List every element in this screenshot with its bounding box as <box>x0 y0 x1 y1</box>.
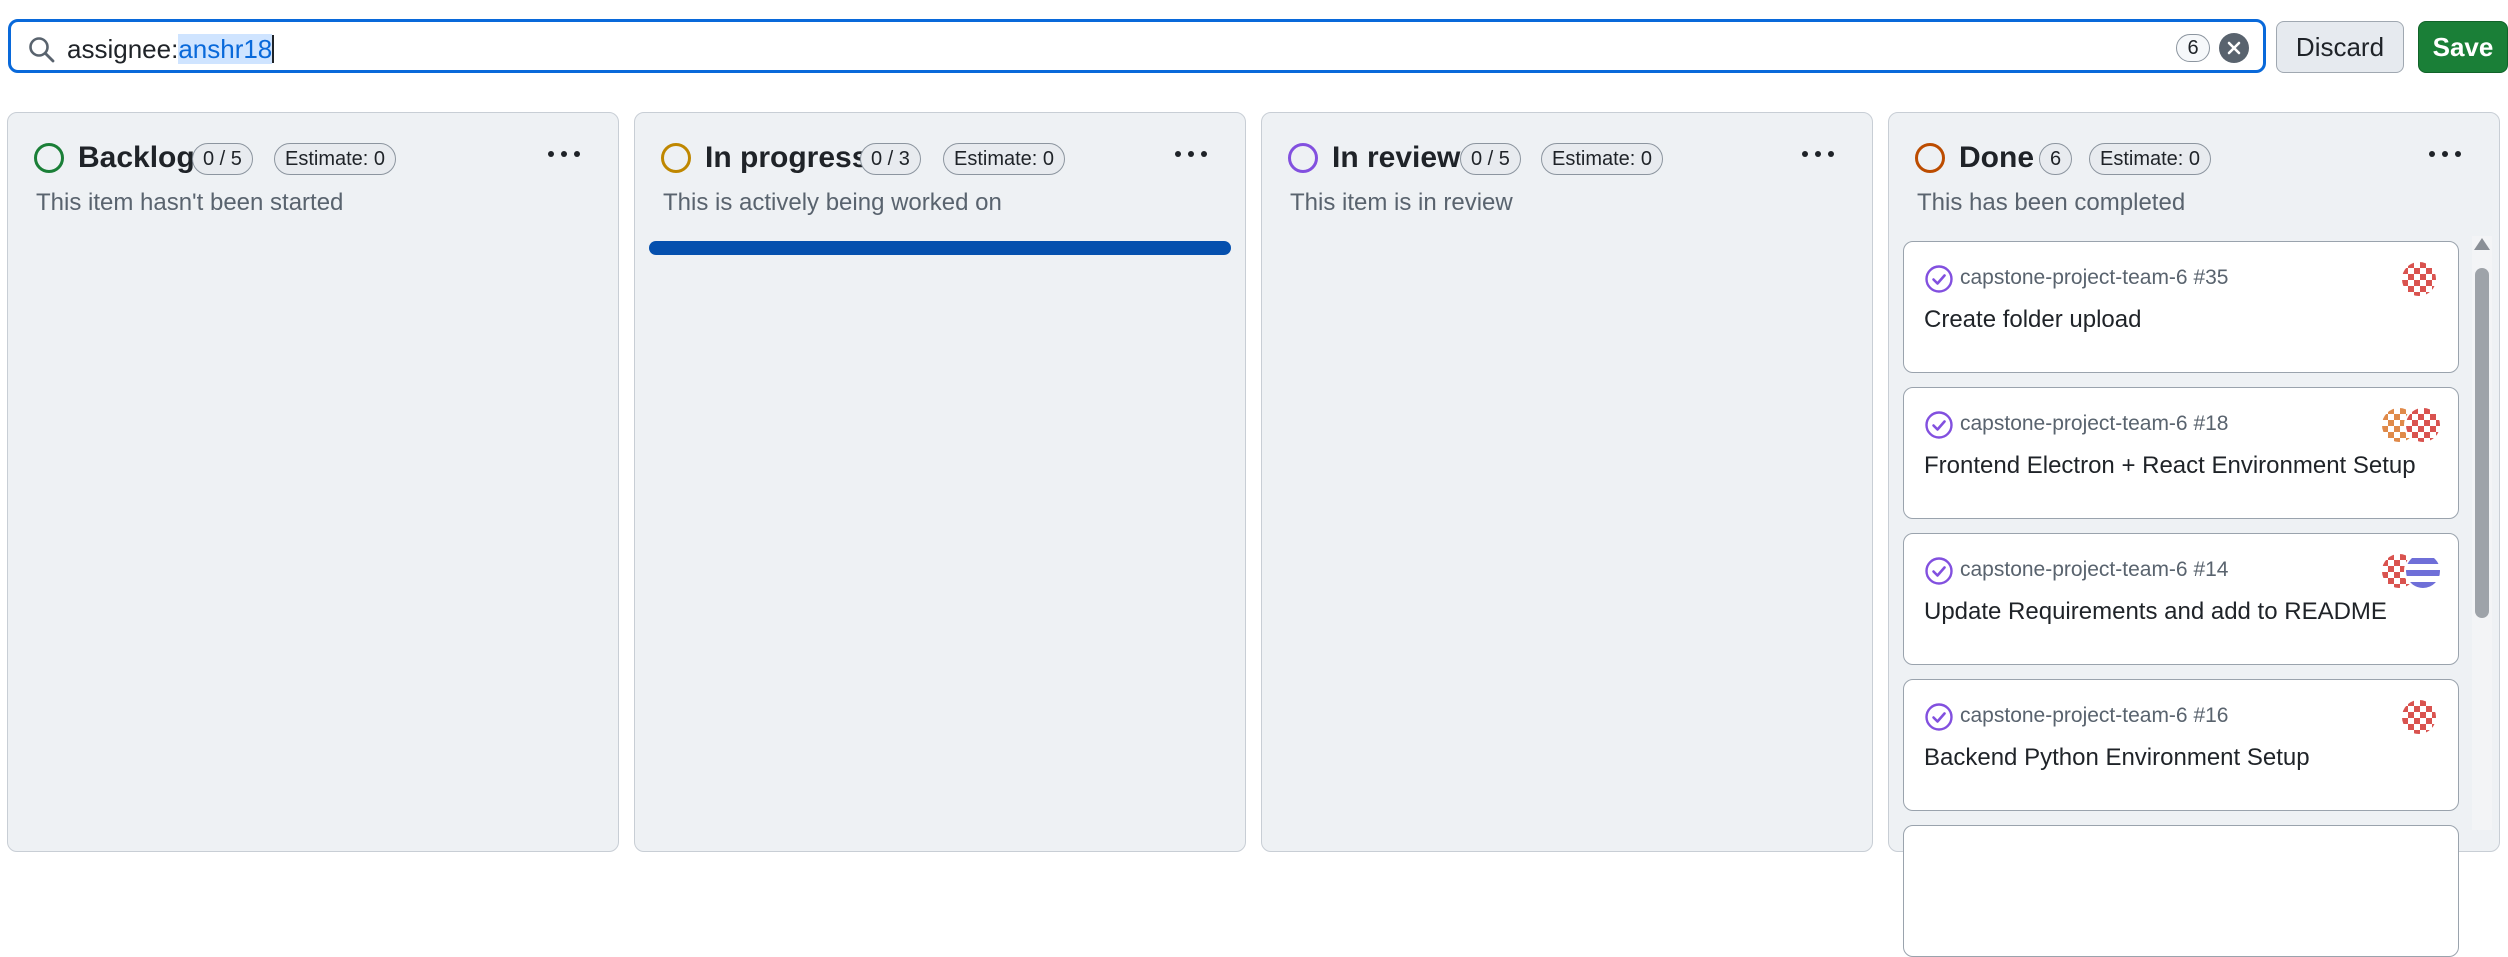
issue-repo-number[interactable]: capstone-project-team-6 #35 <box>1960 266 2228 290</box>
issue-title[interactable]: Create folder upload <box>1924 306 2141 334</box>
estimate-badge: Estimate: 0 <box>2089 143 2212 175</box>
status-circle-icon <box>1288 143 1318 173</box>
item-count-badge: 0 / 5 <box>1460 143 1521 175</box>
column-title: Backlog <box>78 141 195 174</box>
column-title: In progress <box>705 141 869 174</box>
column-header: Backlog 0 / 5 Estimate: 0 This item hasn… <box>8 113 618 233</box>
filter-query[interactable]: assignee:anshr18 <box>67 34 275 64</box>
result-count-badge: 6 <box>2176 34 2210 62</box>
column-in-review: In review 0 / 5 Estimate: 0 This item is… <box>1261 112 1873 852</box>
clear-filter-icon[interactable] <box>2219 33 2249 63</box>
text-caret <box>272 35 275 63</box>
assignee-avatar[interactable] <box>2400 260 2438 298</box>
check-circle-icon <box>1925 703 1953 731</box>
assignee-avatar[interactable] <box>2404 406 2442 444</box>
column-done: Done 6 Estimate: 0 This has been complet… <box>1888 112 2500 957</box>
column-description: This is actively being worked on <box>663 189 1002 216</box>
scroll-up-arrow-icon[interactable] <box>2474 238 2490 250</box>
issue-repo-number[interactable]: capstone-project-team-6 #14 <box>1960 558 2228 582</box>
column-header: Done 6 Estimate: 0 This has been complet… <box>1889 113 2499 233</box>
column-menu-icon[interactable] <box>1171 147 1211 163</box>
issue-title[interactable]: Update Requirements and add to README <box>1924 598 2387 626</box>
column-backlog: Backlog 0 / 5 Estimate: 0 This item hasn… <box>7 112 619 852</box>
item-count-badge: 0 / 3 <box>860 143 921 175</box>
column-in-progress: In progress 0 / 3 Estimate: 0 This is ac… <box>634 112 1246 852</box>
assignee-avatar[interactable] <box>2404 552 2442 590</box>
check-circle-icon <box>1925 557 1953 585</box>
column-title: Done <box>1959 141 2034 174</box>
column-menu-icon[interactable] <box>2425 147 2465 163</box>
issue-card[interactable]: capstone-project-team-6 #18 Frontend Ele… <box>1903 387 2459 519</box>
column-menu-icon[interactable] <box>1798 147 1838 163</box>
column-menu-icon[interactable] <box>544 147 584 163</box>
issue-card[interactable]: capstone-project-team-6 #35 Create folde… <box>1903 241 2459 373</box>
discard-button[interactable]: Discard <box>2276 21 2404 73</box>
issue-card[interactable]: capstone-project-team-6 #14 Update Requi… <box>1903 533 2459 665</box>
status-circle-icon <box>661 143 691 173</box>
search-icon <box>29 37 55 63</box>
column-title: In review <box>1332 141 1461 174</box>
save-button[interactable]: Save <box>2418 21 2508 73</box>
item-count-badge: 0 / 5 <box>192 143 253 175</box>
issue-title[interactable]: Backend Python Environment Setup <box>1924 744 2310 772</box>
column-description: This has been completed <box>1917 189 2186 216</box>
check-circle-icon <box>1925 411 1953 439</box>
status-circle-icon <box>1915 143 1945 173</box>
scrollbar-thumb[interactable] <box>2475 268 2489 618</box>
filter-input[interactable]: assignee:anshr18 6 <box>8 19 2266 73</box>
check-circle-icon <box>1925 265 1953 293</box>
issue-repo-number[interactable]: capstone-project-team-6 #18 <box>1960 412 2228 436</box>
column-description: This item is in review <box>1290 189 1513 216</box>
column-header: In progress 0 / 3 Estimate: 0 This is ac… <box>635 113 1245 233</box>
filter-query-key: assignee: <box>67 34 179 64</box>
issue-title[interactable]: Frontend Electron + React Environment Se… <box>1924 452 2416 480</box>
filter-bar: assignee:anshr18 6 Discard Save <box>6 19 2508 75</box>
filter-query-value: anshr18 <box>178 34 273 64</box>
estimate-badge: Estimate: 0 <box>943 143 1066 175</box>
status-circle-icon <box>34 143 64 173</box>
issue-repo-number[interactable]: capstone-project-team-6 #16 <box>1960 704 2228 728</box>
column-header: In review 0 / 5 Estimate: 0 This item is… <box>1262 113 1872 233</box>
loading-progress-bar <box>649 241 1231 255</box>
column-description: This item hasn't been started <box>36 189 344 216</box>
issue-card[interactable] <box>1903 825 2459 957</box>
estimate-badge: Estimate: 0 <box>1541 143 1664 175</box>
assignee-avatar[interactable] <box>2400 698 2438 736</box>
issue-card[interactable]: capstone-project-team-6 #16 Backend Pyth… <box>1903 679 2459 811</box>
item-count-badge: 6 <box>2039 143 2073 175</box>
estimate-badge: Estimate: 0 <box>274 143 397 175</box>
